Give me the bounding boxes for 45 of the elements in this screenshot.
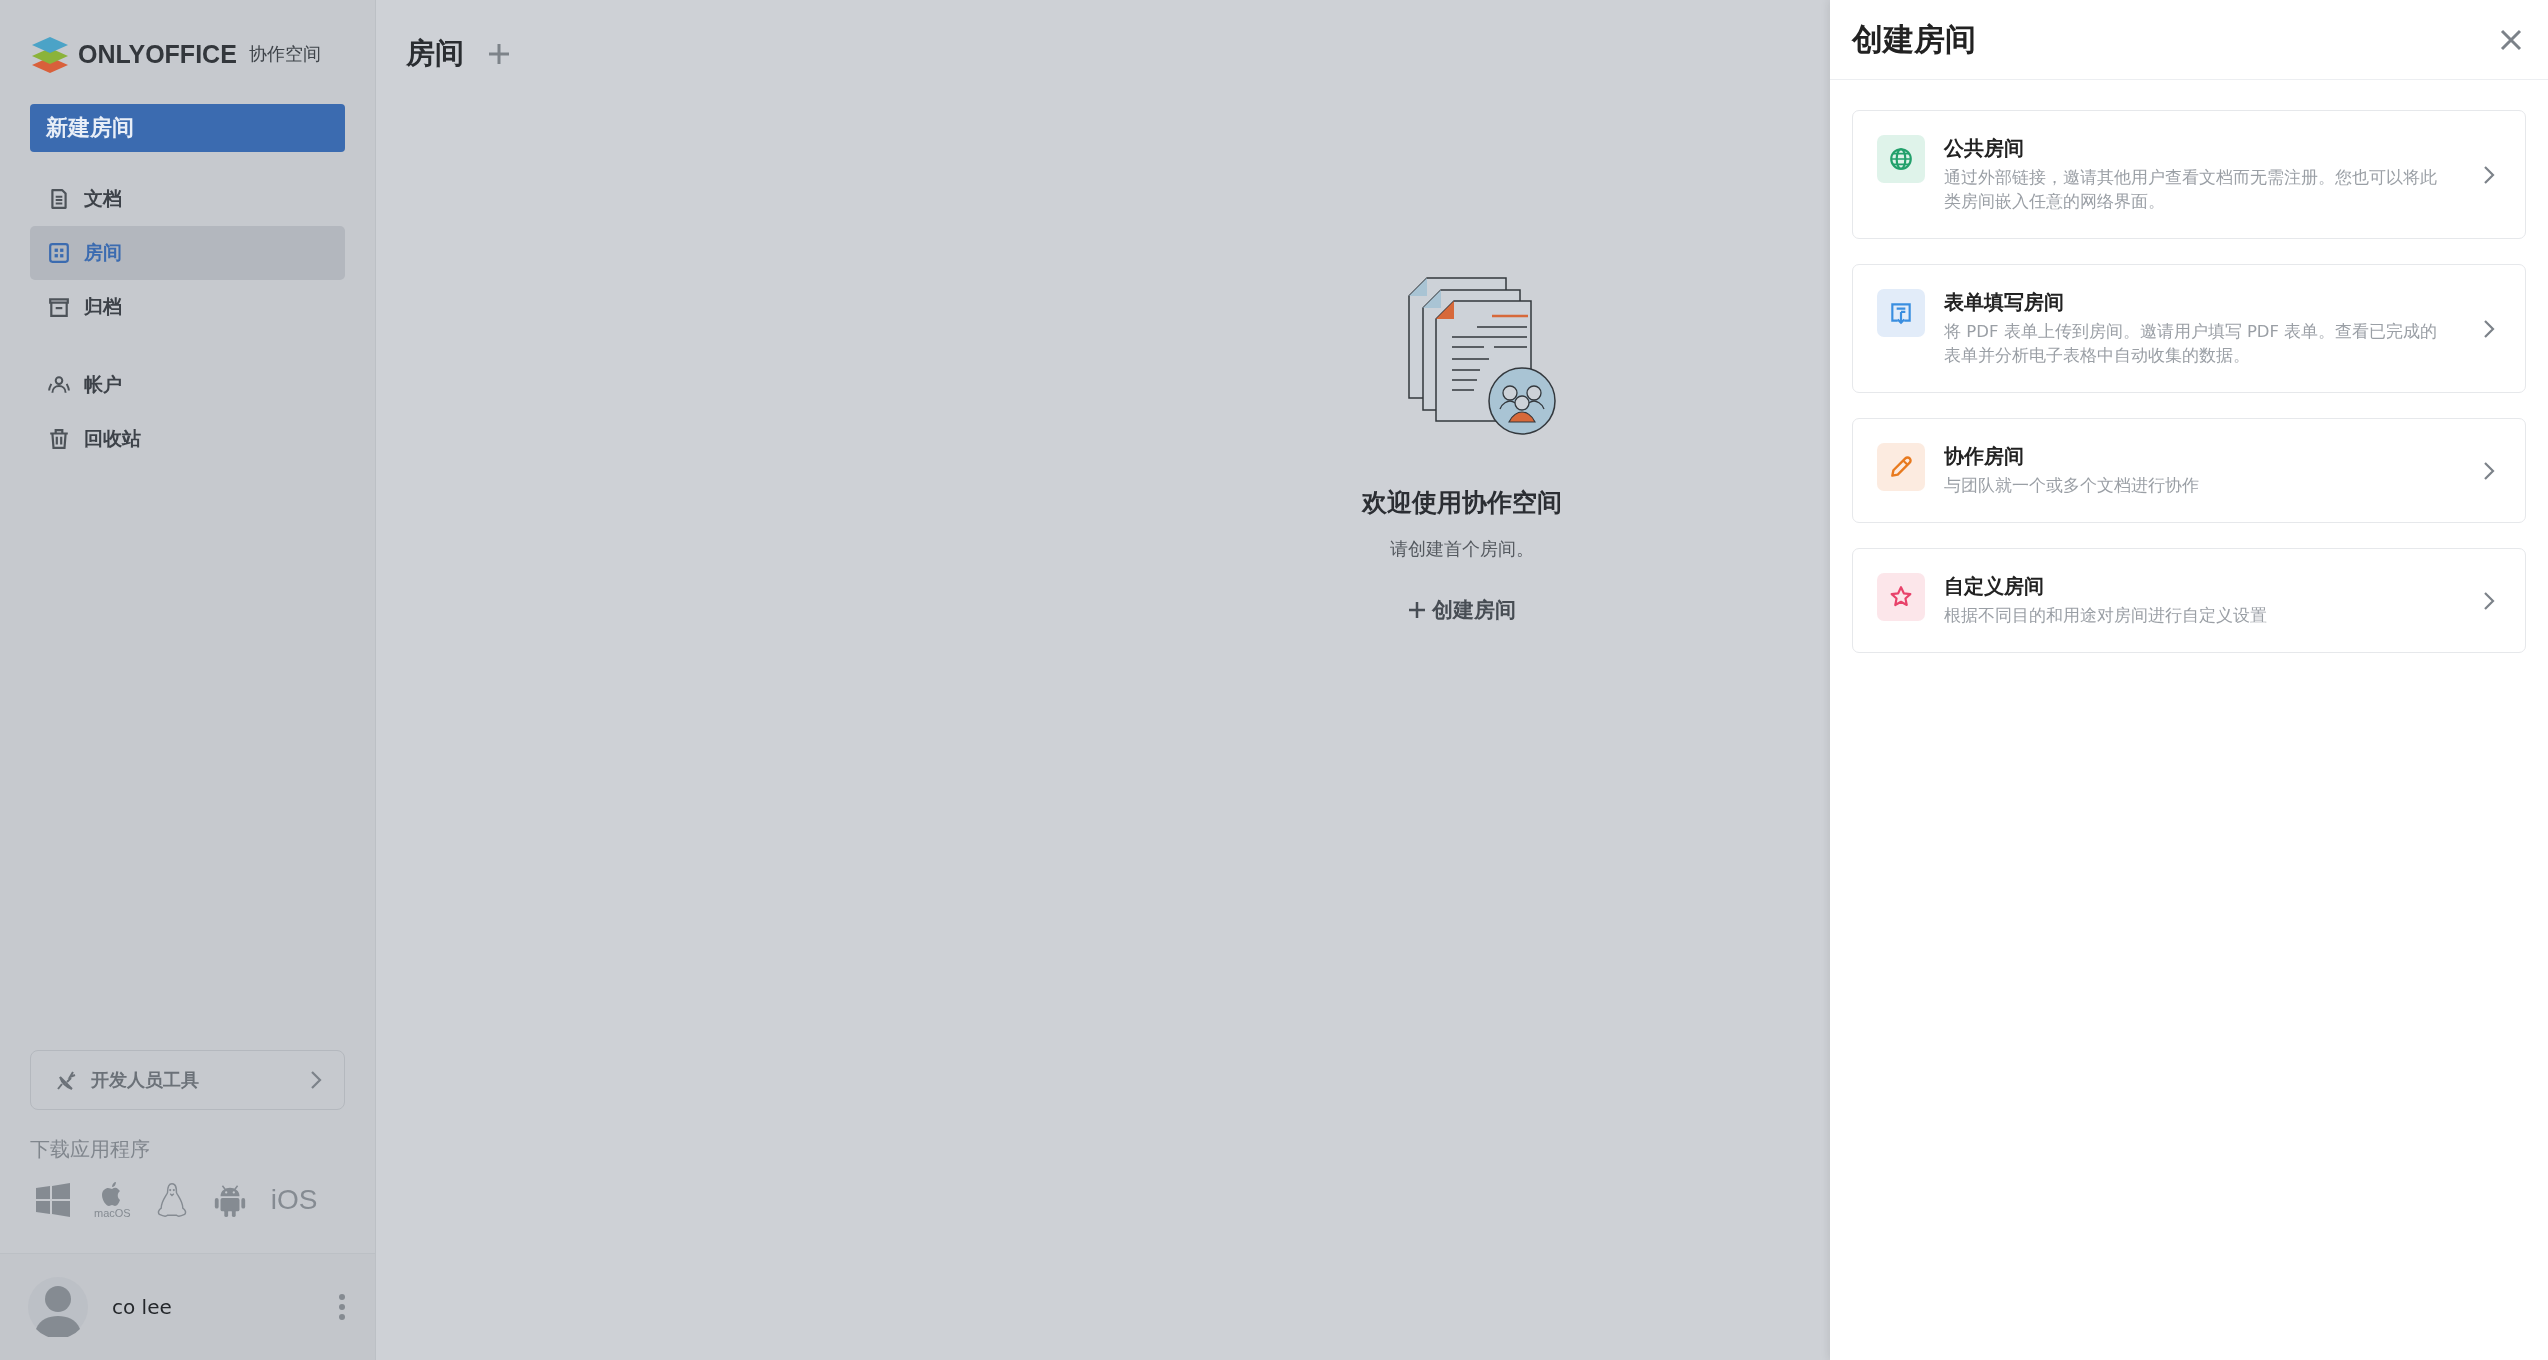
create-room-link[interactable]: 创建房间 [1402, 595, 1522, 625]
grid-icon [48, 242, 70, 264]
page-title: 房间 [406, 35, 464, 72]
room-type-title: 自定义房间 [1944, 573, 2045, 600]
welcome-subtitle: 请创建首个房间。 [1390, 537, 1534, 561]
windows-icon[interactable] [36, 1182, 70, 1218]
room-type-title: 公共房间 [1944, 135, 2025, 162]
room-type-card[interactable]: 表单填写房间 将 PDF 表单上传到房间。邀请用户填写 PDF 表单。查看已完成的表单并分析电子表格中自动收集的数据。 [1852, 264, 2526, 393]
plus-icon [1408, 601, 1426, 619]
room-type-title: 表单填写房间 [1944, 289, 2065, 316]
room-type-description: 根据不同目的和用途对房间进行自定义设置 [1944, 605, 2268, 627]
plus-icon[interactable] [488, 43, 510, 65]
more-icon[interactable] [337, 1293, 347, 1321]
sidebar-item[interactable]: 帐户 [30, 358, 345, 412]
brand-name: ONLYOFFICE [78, 39, 237, 69]
logo-icon [30, 35, 70, 73]
room-type-description: 与团队就一个或多个文档进行协作 [1944, 475, 2200, 497]
people-icon [48, 374, 70, 396]
download-apps-label: 下载应用程序 [30, 1136, 151, 1163]
room-type-description: 通过外部链接，邀请其他用户查看文档而无需注册。您也可以将此类房间嵌入任意的网络界面。 [1944, 167, 2438, 213]
room-type-title: 协作房间 [1944, 443, 2025, 470]
chevron-right-icon [310, 1070, 322, 1090]
room-type-card[interactable]: 自定义房间 根据不同目的和用途对房间进行自定义设置 [1852, 548, 2526, 653]
chevron-right-icon [2483, 318, 2495, 339]
avatar-icon[interactable] [28, 1277, 88, 1337]
sidebar-item[interactable]: 回收站 [30, 412, 345, 466]
chevron-right-icon [2483, 590, 2495, 611]
room-type-card[interactable]: 协作房间 与团队就一个或多个文档进行协作 [1852, 418, 2526, 523]
form-icon [1888, 300, 1914, 326]
panel-title: 创建房间 [1852, 19, 1977, 59]
product-name: 协作空间 [248, 42, 321, 66]
sidebar-item[interactable]: 文档 [30, 172, 345, 226]
user-name: co lee [112, 1295, 173, 1319]
new-room-button[interactable]: 新建房间 [30, 104, 345, 152]
chevron-right-icon [2483, 164, 2495, 185]
archive-icon [48, 296, 70, 318]
globe-icon [1888, 146, 1914, 172]
trash-icon [48, 428, 70, 450]
welcome-title: 欢迎使用协作空间 [1362, 487, 1562, 519]
document-icon [48, 188, 70, 210]
chevron-right-icon [2483, 460, 2495, 481]
sidebar-item[interactable]: 归档 [30, 280, 345, 334]
pencil-icon [1888, 454, 1914, 480]
room-type-card[interactable]: 公共房间 通过外部链接，邀请其他用户查看文档而无需注册。您也可以将此类房间嵌入任意的网络界面。 [1852, 110, 2526, 239]
room-type-description: 将 PDF 表单上传到房间。邀请用户填写 PDF 表单。查看已完成的表单并分析电子表格中自动收集的数据。 [1944, 321, 2439, 367]
